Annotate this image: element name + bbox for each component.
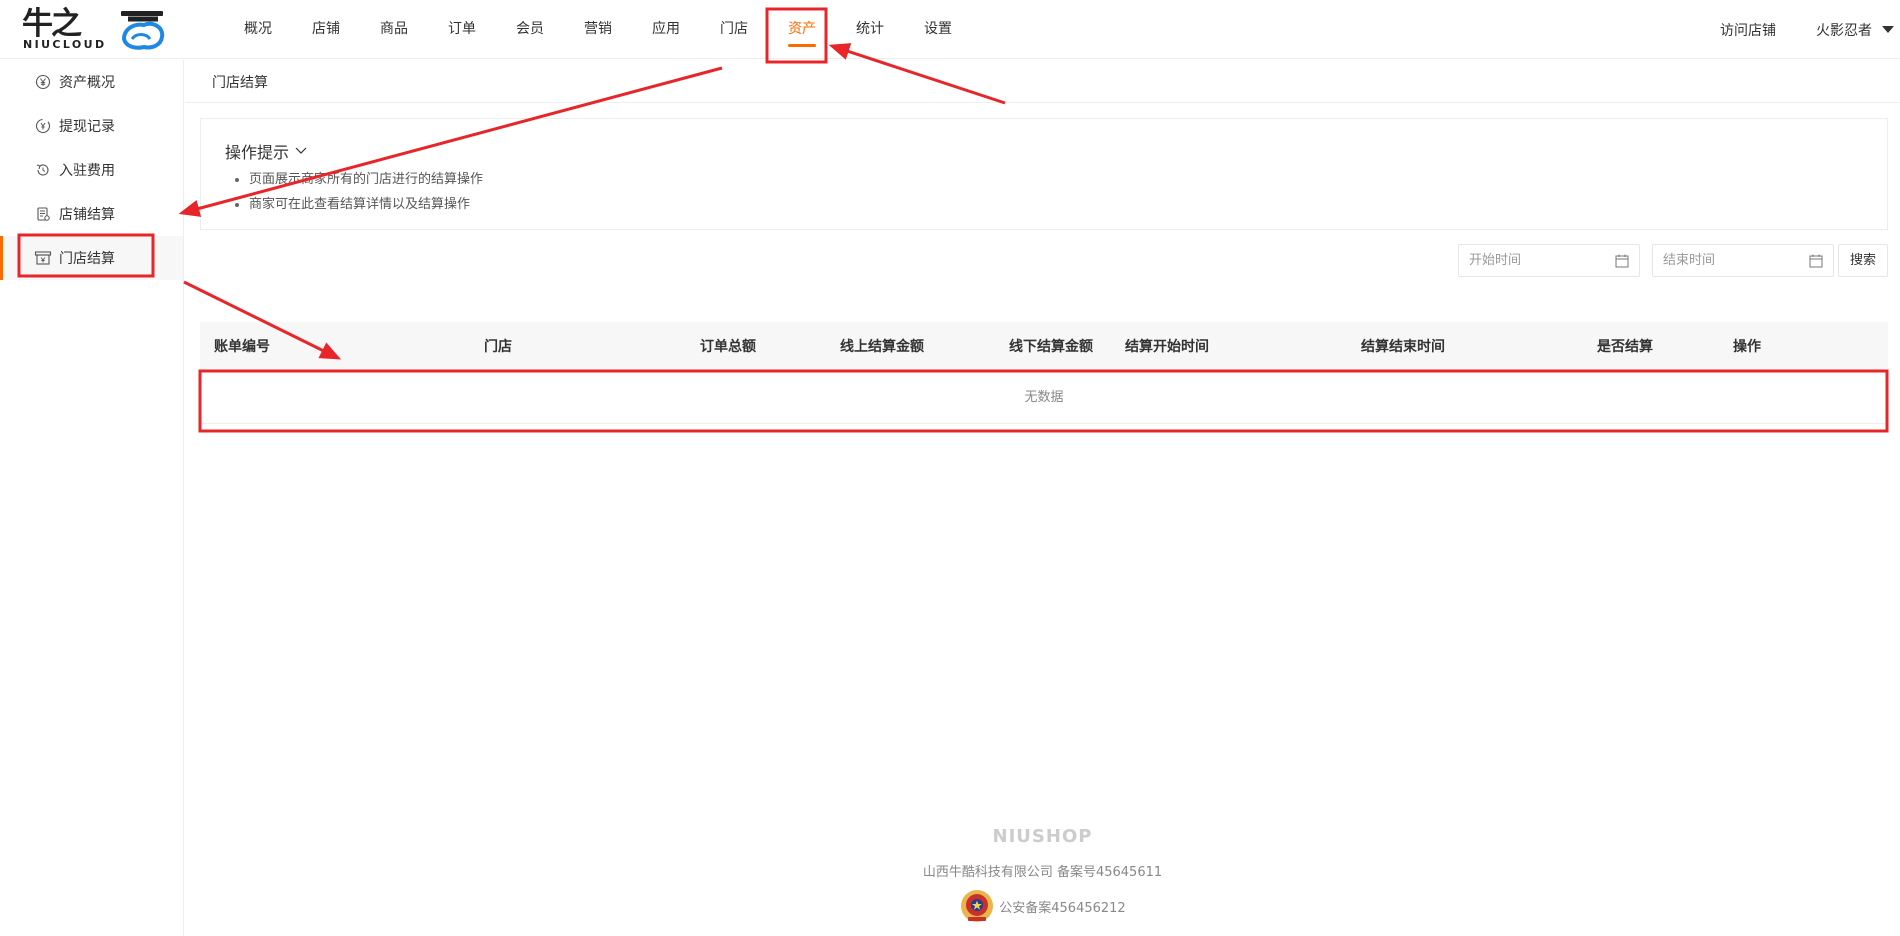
sidebar-item-shop-settlement[interactable]: 店铺结算	[0, 192, 183, 236]
refund-icon	[34, 161, 52, 179]
tips-toggle[interactable]: 操作提示	[225, 139, 307, 163]
nav-item-orders[interactable]: 订单	[428, 0, 496, 59]
nav-item-members[interactable]: 会员	[496, 0, 564, 59]
nav-item-goods[interactable]: 商品	[360, 0, 428, 59]
tip-line: 商家可在此查看结算详情以及结算操作	[234, 192, 483, 217]
nav-item-shop[interactable]: 店铺	[292, 0, 360, 59]
nav-item-settings[interactable]: 设置	[904, 0, 972, 59]
column-header: 账单编号	[214, 339, 270, 355]
calendar-icon	[1615, 254, 1629, 268]
footer: NIUSHOP 山西牛酷科技有限公司 备案号45645611 公安备案45645…	[185, 826, 1900, 928]
store-settle-icon	[34, 249, 52, 267]
sidebar-item-withdraw-records[interactable]: 提现记录	[0, 104, 183, 148]
main-nav: 概况 店铺 商品 订单 会员 营销 应用 门店 资产 统计 设置	[224, 0, 972, 59]
nav-item-apps[interactable]: 应用	[632, 0, 700, 59]
column-header: 操作	[1733, 339, 1761, 355]
nav-item-overview[interactable]: 概况	[224, 0, 292, 59]
sidebar: 资产概况 提现记录 入驻费用 店铺结算 门店结算	[0, 60, 184, 936]
column-header: 门店	[484, 339, 512, 355]
top-header: 牛之 NIUCLOUD 概况 店铺 商品 订单 会员 营销 应用 门店 资产 统…	[0, 0, 1900, 59]
caret-down-icon[interactable]	[1882, 26, 1894, 33]
tip-line: 页面展示商家所有的门店进行的结算操作	[234, 167, 483, 192]
empty-row: 无数据	[200, 372, 1888, 424]
logo[interactable]: 牛之 NIUCLOUD	[22, 6, 167, 52]
sidebar-item-label: 提现记录	[59, 119, 115, 135]
footer-company: 山西牛酷科技有限公司 备案号45645611	[922, 865, 1163, 880]
sidebar-item-label: 门店结算	[59, 251, 115, 267]
nav-item-assets[interactable]: 资产	[768, 0, 836, 59]
chevron-down-icon	[295, 147, 307, 154]
footer-police[interactable]: 公安备案456456212	[959, 888, 1126, 924]
visit-store-link[interactable]: 访问店铺	[1720, 20, 1776, 40]
sidebar-item-settle-fee[interactable]: 入驻费用	[0, 148, 183, 192]
police-badge-icon	[961, 890, 994, 922]
user-menu[interactable]: 火影忍者	[1816, 20, 1872, 40]
sidebar-item-label: 店铺结算	[59, 207, 115, 223]
sidebar-item-label: 资产概况	[59, 75, 115, 91]
cloud-logo-icon	[121, 11, 165, 50]
tips-list: 页面展示商家所有的门店进行的结算操作 商家可在此查看结算详情以及结算操作	[234, 167, 483, 217]
header-right: 访问店铺 火影忍者	[1720, 0, 1900, 59]
tips-title: 操作提示	[225, 143, 290, 162]
column-header: 是否结算	[1597, 339, 1653, 355]
withdraw-icon	[34, 117, 52, 135]
breadcrumb: 门店结算	[212, 75, 268, 91]
breadcrumb-bar: 门店结算	[185, 60, 1900, 103]
tips-panel: 操作提示 页面展示商家所有的门店进行的结算操作 商家可在此查看结算详情以及结算操…	[200, 118, 1888, 230]
table-header: 账单编号 门店 订单总额 线上结算金额 线下结算金额 结算开始时间 结算结束时间…	[200, 322, 1888, 372]
end-date-placeholder: 结束时间	[1663, 253, 1716, 268]
nav-item-stores[interactable]: 门店	[700, 0, 768, 59]
sidebar-item-store-settlement[interactable]: 门店结算	[0, 236, 183, 280]
document-icon	[34, 205, 52, 223]
settlement-table: 账单编号 门店 订单总额 线上结算金额 线下结算金额 结算开始时间 结算结束时间…	[200, 322, 1888, 424]
end-date-input[interactable]: 结束时间	[1652, 244, 1834, 277]
sidebar-item-asset-overview[interactable]: 资产概况	[0, 60, 183, 104]
nav-item-marketing[interactable]: 营销	[564, 0, 632, 59]
calendar-icon	[1809, 254, 1823, 268]
column-header: 订单总额	[700, 339, 756, 355]
logo-en: NIUCLOUD	[23, 38, 107, 51]
nav-item-stats[interactable]: 统计	[836, 0, 904, 59]
start-date-input[interactable]: 开始时间	[1458, 244, 1640, 277]
column-header: 结算开始时间	[1125, 339, 1209, 355]
column-header: 结算结束时间	[1361, 339, 1445, 355]
footer-brand: NIUSHOP	[992, 826, 1093, 847]
column-header: 线下结算金额	[1009, 339, 1093, 355]
column-header: 线上结算金额	[840, 339, 924, 355]
search-button[interactable]: 搜索	[1838, 244, 1888, 277]
sidebar-item-label: 入驻费用	[59, 163, 115, 179]
start-date-placeholder: 开始时间	[1469, 253, 1522, 268]
yen-circle-icon	[34, 73, 52, 91]
footer-police-text: 公安备案456456212	[999, 900, 1126, 916]
